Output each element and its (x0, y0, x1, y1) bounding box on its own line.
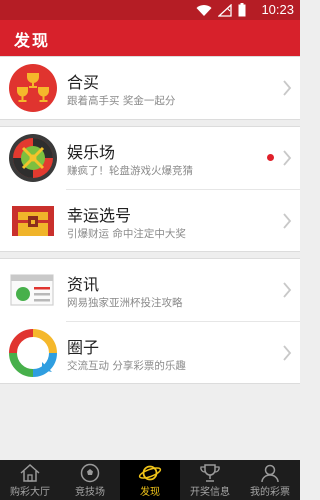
page-title: 发现 (14, 31, 51, 50)
home-icon (20, 463, 40, 482)
list-item-yulechang[interactable]: 娱乐场 赚疯了！轮盘游戏火爆竞猜 (0, 127, 300, 189)
user-icon (261, 464, 279, 483)
list-item-xingyunxuanhao[interactable]: 幸运选号 引爆财运 命中注定中大奖 (12, 189, 300, 251)
chat-circle-icon (9, 329, 57, 377)
tab-draw-results[interactable]: 开奖信息 (180, 460, 240, 500)
item-subtitle: 跟着高手买 奖金一起分 (67, 95, 176, 107)
chevron-right-icon (283, 345, 292, 361)
roulette-icon (9, 134, 57, 182)
item-subtitle: 赚疯了！轮盘游戏火爆竞猜 (67, 165, 193, 177)
item-subtitle: 交流互动 分享彩票的乐趣 (67, 360, 186, 372)
item-title: 圈子 (67, 338, 100, 357)
tab-label: 开奖信息 (190, 487, 230, 498)
treasure-chest-icon (12, 206, 54, 236)
item-title: 幸运选号 (67, 206, 132, 225)
chevron-right-icon (283, 213, 292, 229)
list-item-zixun[interactable]: 资讯 网易独家亚洲杯投注攻略 (0, 259, 300, 321)
card-group-2: 娱乐场 赚疯了！轮盘游戏火爆竞猜 幸运选号 引爆财运 命中注定中大奖 (0, 126, 300, 252)
status-time: 10:23 (261, 2, 294, 17)
tab-label: 竞技场 (75, 487, 105, 498)
tab-arena[interactable]: 竞技场 (60, 460, 120, 500)
tab-discover[interactable]: 发现 (120, 460, 180, 500)
tab-my-lottery[interactable]: 我的彩票 (240, 460, 300, 500)
list-item-quanzi[interactable]: 圈子 交流互动 分享彩票的乐趣 (9, 321, 300, 383)
tab-label: 购彩大厅 (10, 487, 50, 498)
new-badge-dot (267, 154, 274, 161)
card-group-1: 合买 跟着高手买 奖金一起分 (0, 56, 300, 120)
item-title: 合买 (67, 73, 100, 92)
wifi-icon (196, 4, 212, 16)
tab-lottery-hall[interactable]: 购彩大厅 (0, 460, 60, 500)
chevron-right-icon (283, 150, 292, 166)
tab-label: 发现 (140, 487, 160, 498)
trophy-cup-icon (200, 464, 220, 482)
chevron-right-icon (283, 80, 292, 96)
item-subtitle: 引爆财运 命中注定中大奖 (67, 228, 186, 240)
item-title: 资讯 (67, 275, 100, 294)
bottom-tab-bar: 购彩大厅 竞技场 发现 开奖信息 我的彩票 (0, 460, 300, 500)
item-subtitle: 网易独家亚洲杯投注攻略 (67, 297, 183, 309)
chevron-right-icon (283, 282, 292, 298)
tab-label: 我的彩票 (250, 487, 290, 498)
status-bar: 10:23 (0, 0, 300, 20)
list-item-hemai[interactable]: 合买 跟着高手买 奖金一起分 (0, 57, 300, 119)
soccer-ball-icon (80, 463, 100, 483)
battery-icon (238, 3, 246, 17)
app-header: 发现 (0, 20, 300, 56)
trophies-icon (9, 64, 57, 112)
card-group-3: 资讯 网易独家亚洲杯投注攻略 圈子 交流互动 分享彩票的乐趣 (0, 258, 300, 384)
planet-icon (138, 465, 162, 481)
news-icon (10, 274, 54, 306)
item-title: 娱乐场 (67, 143, 116, 162)
no-sim-icon (218, 3, 232, 17)
